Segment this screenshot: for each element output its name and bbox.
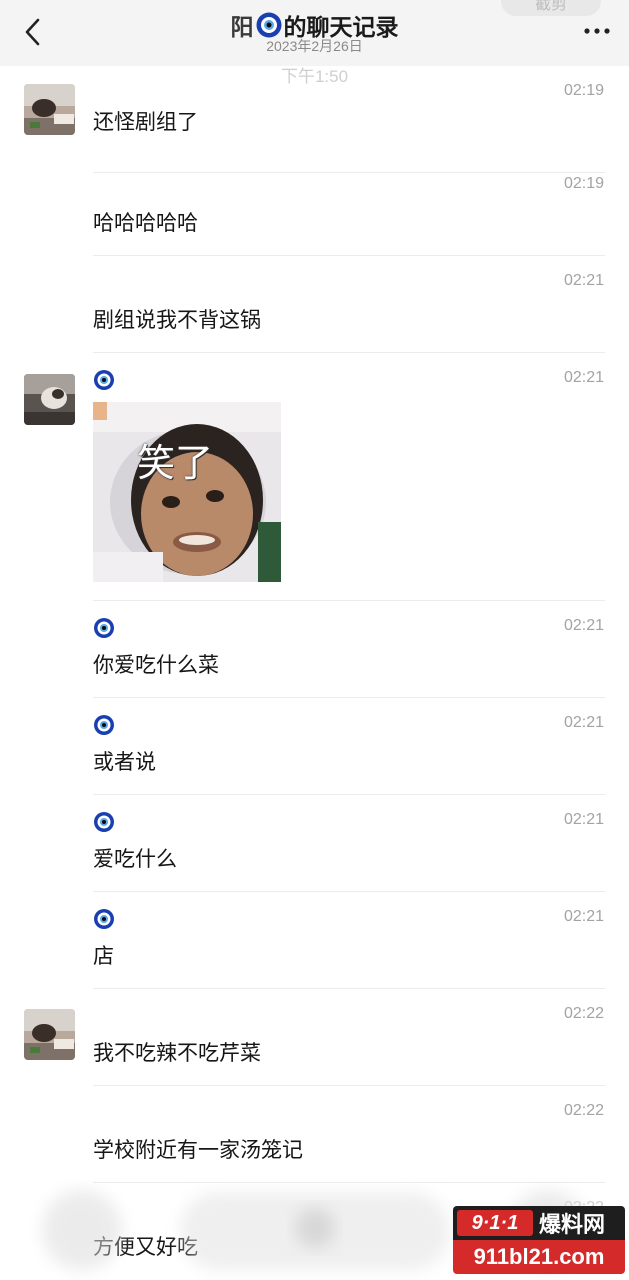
chat-message-sticker[interactable]: 02:21 笑了 — [0, 353, 629, 601]
message-text: 店 — [93, 945, 114, 968]
message-time: 02:22 — [563, 1005, 604, 1022]
evil-eye-icon — [256, 12, 281, 38]
sticker-caption: 笑了 — [137, 441, 214, 485]
chat-message[interactable]: 02:22 学校附近有一家汤笼记 — [0, 1086, 629, 1183]
message-text: 或者说 — [93, 751, 156, 774]
message-time: 02:21 — [563, 617, 604, 634]
evil-eye-icon — [94, 618, 114, 638]
header-bar: 截剪 阳 的聊天记录 2023年2月26日 下午1:50 — [0, 0, 629, 86]
message-time: 02:21 — [563, 272, 604, 289]
chat-message[interactable]: 02:22 我不吃辣不吃芹菜 — [0, 989, 629, 1086]
message-time: 02:21 — [563, 811, 604, 828]
message-text: 还怪剧组了 — [93, 111, 198, 134]
message-time: 02:21 — [563, 908, 604, 925]
more-icon — [584, 28, 610, 34]
message-text: 你爱吃什么菜 — [93, 654, 219, 677]
avatar[interactable] — [24, 1009, 75, 1060]
watermark-url: 911bl21.com — [453, 1240, 625, 1274]
chat-message[interactable]: 02:21 剧组说我不背这锅 — [0, 256, 629, 353]
message-text: 哈哈哈哈哈 — [93, 212, 198, 235]
message-text: 爱吃什么 — [93, 848, 177, 871]
evil-eye-icon — [94, 812, 114, 832]
message-time: 02:21 — [563, 714, 604, 731]
chat-message[interactable]: 02:21 你爱吃什么菜 — [0, 601, 629, 698]
avatar[interactable] — [24, 84, 75, 135]
message-time: 02:21 — [563, 369, 604, 386]
chat-message[interactable]: 02:19 哈哈哈哈哈 — [0, 159, 629, 256]
message-text: 剧组说我不背这锅 — [93, 309, 261, 332]
evil-eye-icon — [94, 909, 114, 929]
watermark-logo: 9·1·1 — [457, 1210, 533, 1236]
evil-eye-icon — [94, 370, 114, 390]
message-time: 02:22 — [563, 1102, 604, 1119]
message-text: 学校附近有一家汤笼记 — [93, 1139, 303, 1162]
chat-message[interactable]: 02:21 店 — [0, 892, 629, 989]
chat-message[interactable]: 02:21 爱吃什么 — [0, 795, 629, 892]
evil-eye-icon — [94, 715, 114, 735]
avatar[interactable] — [24, 374, 75, 425]
message-text: 我不吃辣不吃芹菜 — [93, 1042, 261, 1065]
watermark: 9·1·1 爆料网 911bl21.com — [453, 1206, 625, 1274]
chat-date: 2023年2月26日 — [266, 38, 363, 54]
watermark-name: 爆料网 — [539, 1212, 606, 1237]
message-text: 方便又好吃 — [93, 1236, 198, 1259]
chat-message[interactable]: 02:21 或者说 — [0, 698, 629, 795]
message-time: 02:19 — [563, 175, 604, 192]
more-button[interactable] — [579, 16, 615, 46]
message-time: 02:19 — [563, 82, 604, 99]
meme-sticker-image[interactable]: 笑了 — [93, 402, 281, 582]
